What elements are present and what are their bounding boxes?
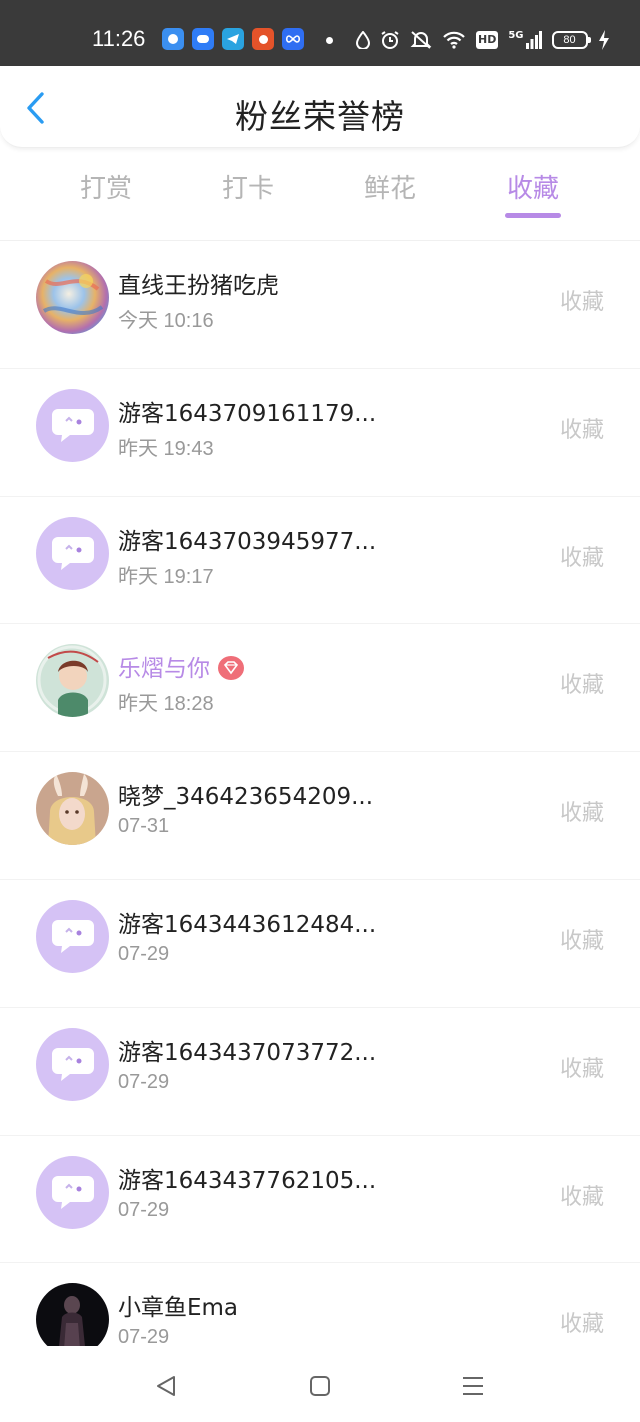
default-avatar-chat-icon [51, 920, 94, 954]
list-item[interactable]: 晓梦_346423654209... 07-31 收藏 [0, 751, 640, 879]
favorite-time: 07-29 [118, 1198, 170, 1221]
user-name: 游客1643437073772... [118, 1039, 377, 1066]
header: 粉丝荣誉榜 [0, 66, 640, 148]
list-item[interactable]: 直线王扮猪吃虎 今天 10:16 收藏 [0, 240, 640, 368]
favorite-time: 今天 10:16 [118, 310, 214, 332]
water-drop-icon [356, 31, 370, 49]
avatar [36, 1155, 109, 1229]
fan-list: 直线王扮猪吃虎 今天 10:16 收藏 游客1643709161179... 昨… [0, 240, 640, 1390]
triangle-back-icon [157, 1376, 175, 1396]
action-label: 收藏 [559, 1056, 604, 1082]
system-nav-bar [0, 1346, 640, 1422]
user-name: 游客1643437762105... [118, 1167, 377, 1194]
battery-level: 80 [563, 34, 576, 46]
nav-back-button[interactable] [148, 1368, 184, 1404]
vip-diamond-icon [218, 655, 244, 680]
user-name: 游客1643703945977... [118, 528, 377, 555]
charging-icon [598, 30, 609, 50]
tab-bar: 打赏 打卡 鲜花 收藏 [0, 160, 640, 230]
favorite-time: 昨天 18:28 [118, 693, 214, 716]
default-avatar-chat-icon [51, 409, 94, 443]
tab-checkin[interactable]: 打卡 [188, 168, 308, 205]
user-name: 晓梦_346423654209... [118, 784, 374, 811]
notification-icons [162, 28, 304, 50]
avatar [36, 261, 109, 334]
default-avatar-chat-icon [51, 537, 94, 571]
status-time: 11:26 [92, 26, 146, 51]
tab-reward[interactable]: 打赏 [46, 168, 166, 205]
list-item[interactable]: 乐熠与你 昨天 18:28 收藏 [0, 623, 640, 751]
app-icon-cloud [192, 28, 214, 50]
avatar [36, 644, 109, 718]
more-notifications-dot [326, 37, 333, 44]
wifi-icon [443, 31, 465, 49]
tab-flowers[interactable]: 鲜花 [330, 168, 450, 205]
action-label: 收藏 [559, 801, 604, 827]
app-icon-blue-circle [162, 28, 184, 50]
action-label: 收藏 [559, 928, 604, 954]
avatar [36, 516, 109, 590]
app-icon-infinity [282, 28, 304, 50]
battery-indicator: 80 [551, 31, 591, 49]
user-name: 游客1643443612484... [118, 911, 377, 938]
list-item[interactable]: 游客1643437762105... 07-29 收藏 [0, 1134, 640, 1263]
app-icon-telegram [222, 28, 244, 50]
favorite-time: 07-29 [118, 942, 170, 965]
action-label: 收藏 [559, 417, 604, 443]
alarm-icon [381, 31, 399, 49]
nav-home-button[interactable] [302, 1368, 338, 1404]
user-name-text: 乐熠与你 [118, 656, 210, 683]
avatar [36, 772, 109, 846]
favorite-time: 昨天 19:17 [118, 565, 214, 588]
hd-badge: HD [476, 31, 499, 49]
avatar [36, 899, 109, 973]
list-item[interactable]: 游客1643437073772... 07-29 收藏 [0, 1006, 640, 1135]
page-title: 粉丝荣誉榜 [235, 97, 405, 136]
list-item[interactable]: 游客1643443612484... 07-29 收藏 [0, 878, 640, 1007]
default-avatar-chat-icon [51, 1176, 94, 1210]
tab-favorites[interactable]: 收藏 [473, 168, 593, 205]
avatar [36, 388, 109, 462]
user-name: 游客1643709161179... [118, 400, 377, 427]
nav-menu-button[interactable] [455, 1368, 491, 1404]
action-label: 收藏 [559, 1184, 604, 1210]
action-label: 收藏 [559, 290, 604, 315]
mute-icon [410, 31, 432, 49]
status-bar: 11:26 HD 5G 80 [0, 0, 640, 66]
action-label: 收藏 [559, 1312, 604, 1338]
user-name: 直线王扮猪吃虎 [118, 273, 279, 299]
active-tab-indicator [505, 213, 561, 218]
default-avatar-chat-icon [51, 1048, 94, 1082]
avatar [36, 1027, 109, 1101]
hamburger-menu-icon [463, 1377, 483, 1395]
signal-bars-icon [525, 31, 542, 49]
list-item[interactable]: 游客1643703945977... 昨天 19:17 收藏 [0, 495, 640, 624]
app-icon-orange [252, 28, 274, 50]
system-indicators: HD 5G 80 [356, 26, 610, 54]
signal-indicator: 5G [508, 30, 542, 49]
list-item[interactable]: 游客1643709161179... 昨天 19:43 收藏 [0, 367, 640, 496]
favorite-time: 昨天 19:43 [118, 437, 214, 460]
favorite-time: 07-31 [118, 815, 170, 838]
action-label: 收藏 [559, 673, 604, 699]
user-name: 小章鱼Ema [118, 1295, 239, 1322]
network-type: 5G [508, 30, 524, 41]
action-label: 收藏 [559, 545, 604, 571]
square-home-icon [310, 1376, 330, 1396]
user-name: 乐熠与你 [118, 649, 244, 683]
favorite-time: 07-29 [118, 1070, 170, 1093]
